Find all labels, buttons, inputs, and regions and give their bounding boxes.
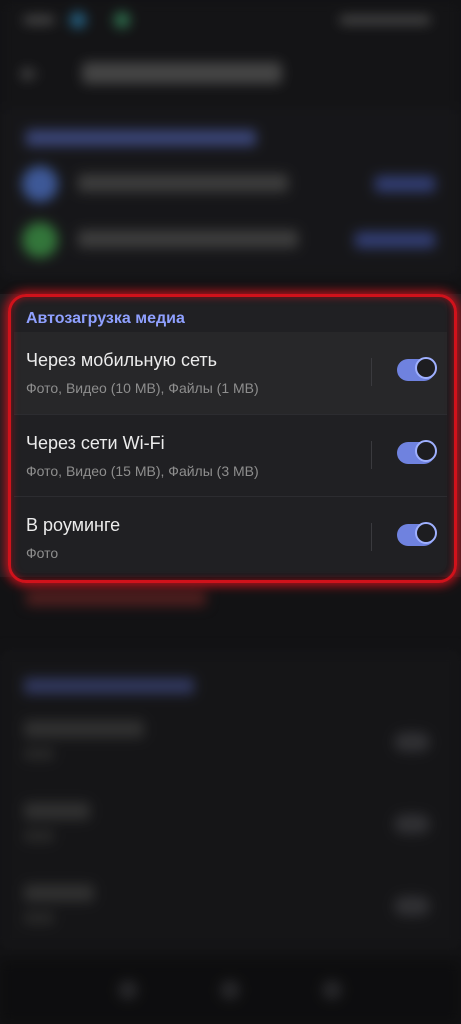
media-autoload-section: Автозагрузка медиа Через мобильную сеть … xyxy=(14,298,447,573)
dim-overlay xyxy=(0,577,461,1024)
roaming-toggle[interactable] xyxy=(397,522,437,546)
divider xyxy=(371,523,372,551)
roaming-row[interactable]: В роуминге Фото xyxy=(14,496,447,579)
wifi-row[interactable]: Через сети Wi-Fi Фото, Видео (15 MB), Фа… xyxy=(14,414,447,497)
divider xyxy=(371,358,372,386)
mobile-network-toggle[interactable] xyxy=(397,357,437,381)
toggle-knob xyxy=(415,357,437,379)
dim-overlay xyxy=(0,0,461,294)
row-subtitle: Фото, Видео (15 MB), Файлы (3 MB) xyxy=(26,463,259,479)
row-subtitle: Фото xyxy=(26,545,59,561)
toggle-knob xyxy=(415,522,437,544)
divider xyxy=(371,441,372,469)
wifi-toggle[interactable] xyxy=(397,440,437,464)
row-subtitle: Фото, Видео (10 MB), Файлы (1 MB) xyxy=(26,380,259,396)
row-label: Через сети Wi-Fi xyxy=(26,433,165,453)
section-header: Автозагрузка медиа xyxy=(26,310,185,327)
row-label: Через мобильную сеть xyxy=(26,350,217,370)
toggle-knob xyxy=(415,440,437,462)
mobile-network-row[interactable]: Через мобильную сеть Фото, Видео (10 MB)… xyxy=(14,332,447,414)
row-label: В роуминге xyxy=(26,515,121,535)
